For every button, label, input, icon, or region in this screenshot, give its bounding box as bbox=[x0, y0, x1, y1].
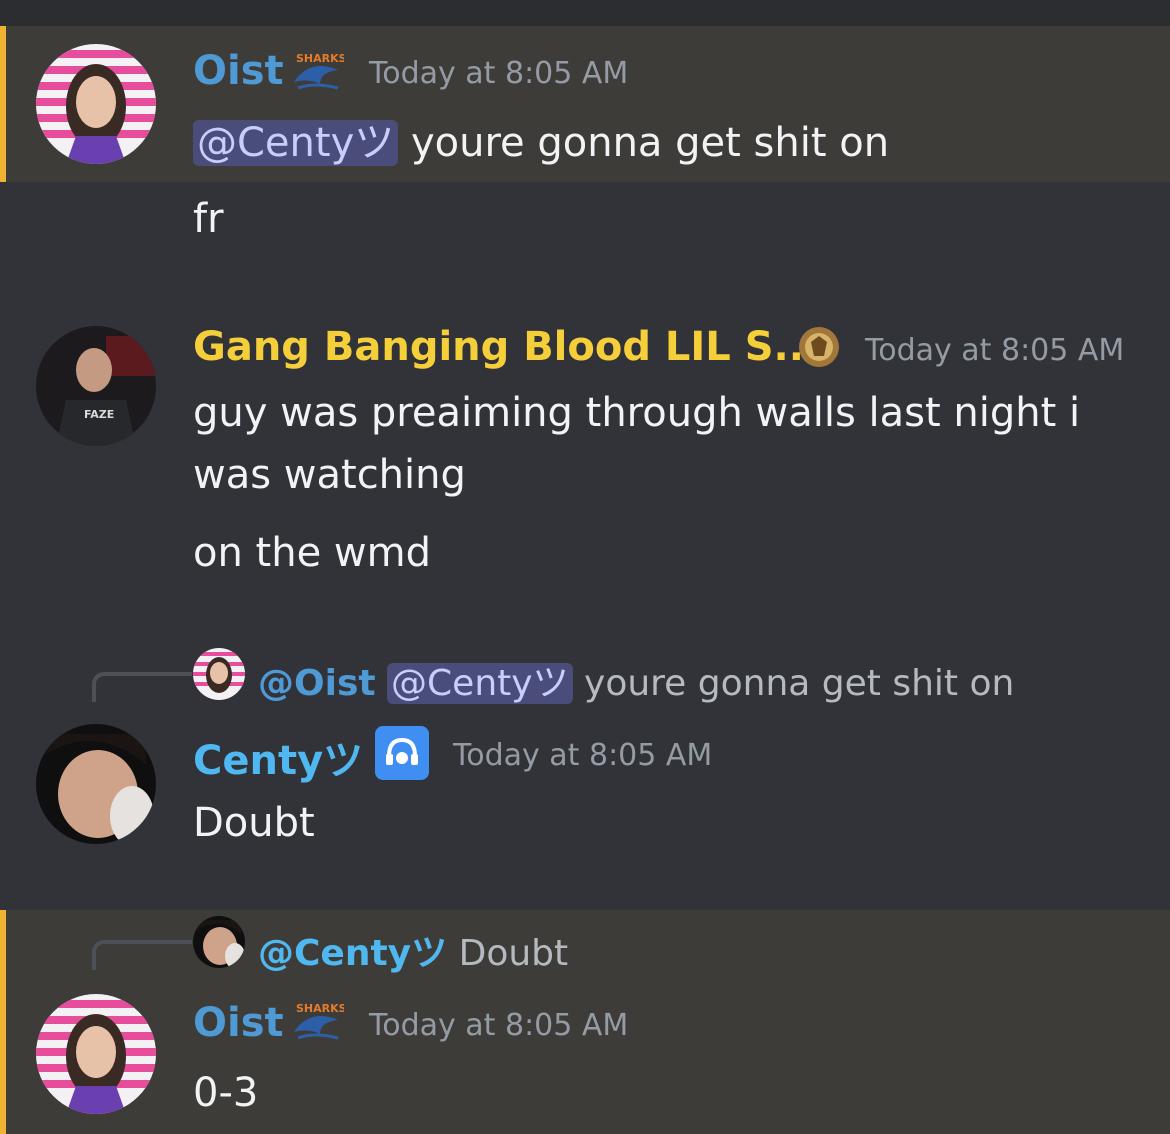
avatar[interactable] bbox=[36, 994, 156, 1114]
sharks-logo-icon: SHARKS bbox=[290, 48, 347, 100]
reply-preview[interactable]: @Centyツ Doubt bbox=[258, 924, 568, 976]
headset-icon bbox=[375, 726, 429, 784]
top-band bbox=[0, 0, 1170, 26]
svg-text:SHARKS: SHARKS bbox=[296, 52, 344, 65]
avatar-image-oist bbox=[36, 44, 156, 164]
avatar[interactable]: FAZE bbox=[36, 326, 156, 446]
avatar-image-oist bbox=[36, 994, 156, 1114]
reply-avatar[interactable] bbox=[193, 648, 245, 700]
author-name[interactable]: Centyツ bbox=[193, 728, 363, 786]
author-name[interactable]: Oist bbox=[193, 1000, 284, 1046]
golden-crest-icon bbox=[794, 322, 844, 376]
mention-bar bbox=[0, 910, 6, 1134]
reply-connector bbox=[92, 672, 192, 702]
timestamp: Today at 8:05 AM bbox=[369, 1008, 629, 1043]
reply-content: Doubt bbox=[458, 933, 569, 974]
reply-connector bbox=[92, 940, 192, 970]
message-text: Doubt bbox=[193, 800, 315, 846]
reply-author[interactable]: @Oist bbox=[258, 663, 376, 704]
message-text: fr bbox=[193, 196, 224, 242]
sharks-logo-icon: SHARKS bbox=[290, 998, 347, 1050]
timestamp: Today at 8:05 AM bbox=[865, 333, 1125, 368]
message-text: @Centyツ youre gonna get shit on bbox=[193, 112, 889, 174]
avatar-image-gang: FAZE bbox=[36, 326, 156, 446]
message-content: youre gonna get shit on bbox=[398, 120, 890, 166]
message-text: guy was preaiming through walls last nig… bbox=[193, 390, 1081, 498]
avatar-image-centy bbox=[36, 724, 156, 844]
user-mention[interactable]: @Centyツ bbox=[387, 663, 573, 704]
avatar-image-centy-small bbox=[193, 916, 245, 968]
timestamp: Today at 8:05 AM bbox=[453, 738, 713, 773]
mention-bar bbox=[0, 26, 6, 182]
svg-text:SHARKS: SHARKS bbox=[296, 1002, 344, 1015]
avatar-image-oist-small bbox=[193, 648, 245, 700]
message-text: 0-3 bbox=[193, 1070, 259, 1116]
reply-content: youre gonna get shit on bbox=[572, 663, 1015, 704]
author-name[interactable]: Gang Banging Blood LIL S... bbox=[193, 324, 819, 370]
avatar[interactable] bbox=[36, 724, 156, 844]
timestamp: Today at 8:05 AM bbox=[369, 56, 629, 91]
user-mention[interactable]: @Centyツ bbox=[193, 120, 399, 166]
svg-text:FAZE: FAZE bbox=[84, 408, 114, 421]
message-text: on the wmd bbox=[193, 530, 431, 576]
reply-author[interactable]: @Centyツ bbox=[258, 933, 447, 974]
author-name[interactable]: Oist bbox=[193, 48, 284, 94]
reply-preview[interactable]: @Oist @Centyツ youre gonna get shit on bbox=[258, 654, 1014, 706]
reply-avatar[interactable] bbox=[193, 916, 245, 968]
avatar[interactable] bbox=[36, 44, 156, 164]
